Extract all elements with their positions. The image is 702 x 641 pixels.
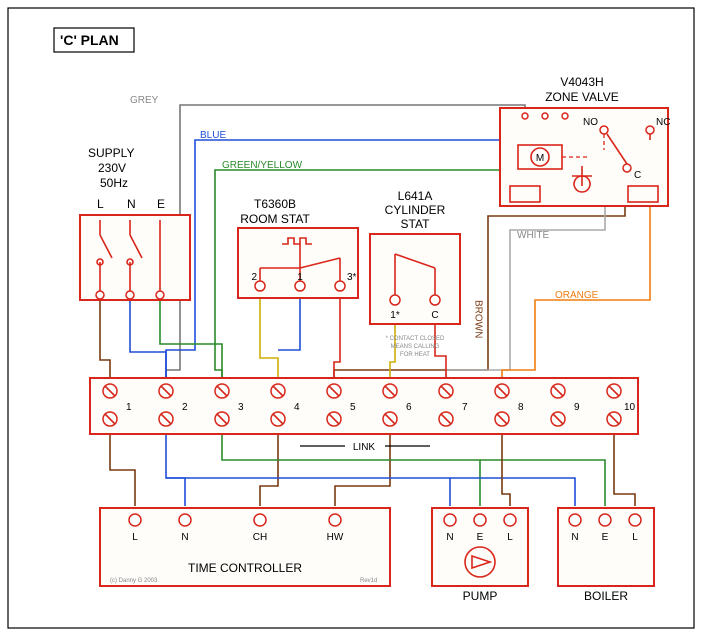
jt9: 9: [574, 402, 580, 413]
label-blue: BLUE: [200, 130, 226, 141]
jt3: 3: [238, 402, 244, 413]
label-white: WHITE: [517, 230, 550, 241]
wire-cs-1: [390, 320, 395, 386]
tc-L: L: [132, 532, 138, 543]
jt2: 2: [182, 402, 188, 413]
supply-label2: 230V: [98, 161, 126, 175]
jt8: 8: [518, 402, 524, 413]
boiler-N: N: [571, 532, 578, 543]
zv-label2: ZONE VALVE: [545, 90, 619, 104]
zv-NO: NO: [583, 117, 598, 128]
zv-C: C: [634, 170, 641, 181]
rs-label1: T6360B: [254, 197, 296, 211]
tc-CH: CH: [253, 532, 267, 543]
cs-note3: FOR HEAT: [400, 352, 430, 358]
wire-rs-1: [278, 298, 300, 350]
junction-link-label: LINK: [353, 442, 376, 453]
cs-tC: C: [431, 310, 438, 321]
boiler-label: BOILER: [584, 589, 628, 603]
wire-jb-boiler-N: [450, 478, 575, 506]
supply-box: [80, 215, 190, 300]
zv-M: M: [536, 153, 544, 164]
label-brown: BROWN: [473, 300, 484, 338]
cs-label1: L641A: [398, 189, 433, 203]
rs-t1: 1: [297, 272, 303, 283]
supply-L: L: [97, 197, 104, 211]
wire-jb-pump-N: [166, 478, 450, 506]
pump-N: N: [446, 532, 453, 543]
boiler-E: E: [602, 532, 609, 543]
pump-E: E: [477, 532, 484, 543]
label-orange: ORANGE: [555, 290, 599, 301]
jt1: 1: [126, 402, 132, 413]
label-gy: GREEN/YELLOW: [222, 160, 303, 171]
cs-label2: CYLINDER: [385, 203, 446, 217]
wiring-diagram: 'C' PLAN GREY BLUE GREEN/YELLOW BROWN WH…: [0, 0, 702, 641]
footer-rev: Rev1d: [360, 578, 377, 584]
title-text: 'C' PLAN: [60, 32, 119, 48]
tc-label: TIME CONTROLLER: [188, 561, 302, 575]
supply-N: N: [127, 197, 136, 211]
wire-supply-L: [100, 300, 110, 386]
wire-rs-3: [334, 298, 340, 386]
wire-cs-C: [435, 320, 446, 386]
boiler-L: L: [632, 532, 638, 543]
pump-label: PUMP: [463, 589, 498, 603]
rs-t3: 3*: [347, 272, 357, 283]
cs-label3: STAT: [401, 217, 431, 231]
jt7: 7: [462, 402, 468, 413]
cs-t1: 1*: [390, 310, 400, 321]
label-grey: GREY: [130, 95, 159, 106]
jt10: 10: [624, 402, 636, 413]
jt6: 6: [406, 402, 412, 413]
jt4: 4: [294, 402, 300, 413]
tc-HW: HW: [327, 532, 344, 543]
supply-label1: SUPPLY: [88, 146, 134, 160]
supply-E: E: [157, 197, 165, 211]
rs-label2: ROOM STAT: [240, 212, 310, 226]
supply-label3: 50Hz: [100, 176, 128, 190]
footer-copy: (c) Danny G 2003: [110, 578, 158, 584]
cyl-stat-box: [370, 234, 460, 324]
wire-rs-2: [260, 298, 278, 386]
tc-N: N: [181, 532, 188, 543]
cs-note1: * CONTACT CLOSED: [386, 336, 445, 342]
wire-supply-E: [160, 300, 222, 386]
zv-NC: NC: [656, 117, 670, 128]
jt5: 5: [350, 402, 356, 413]
cs-note2: MEANS CALLING: [391, 344, 440, 350]
pump-L: L: [507, 532, 513, 543]
zv-label1: V4043H: [560, 75, 603, 89]
rs-t2: 2: [251, 272, 257, 283]
wire-jb-boiler-E: [480, 460, 605, 506]
